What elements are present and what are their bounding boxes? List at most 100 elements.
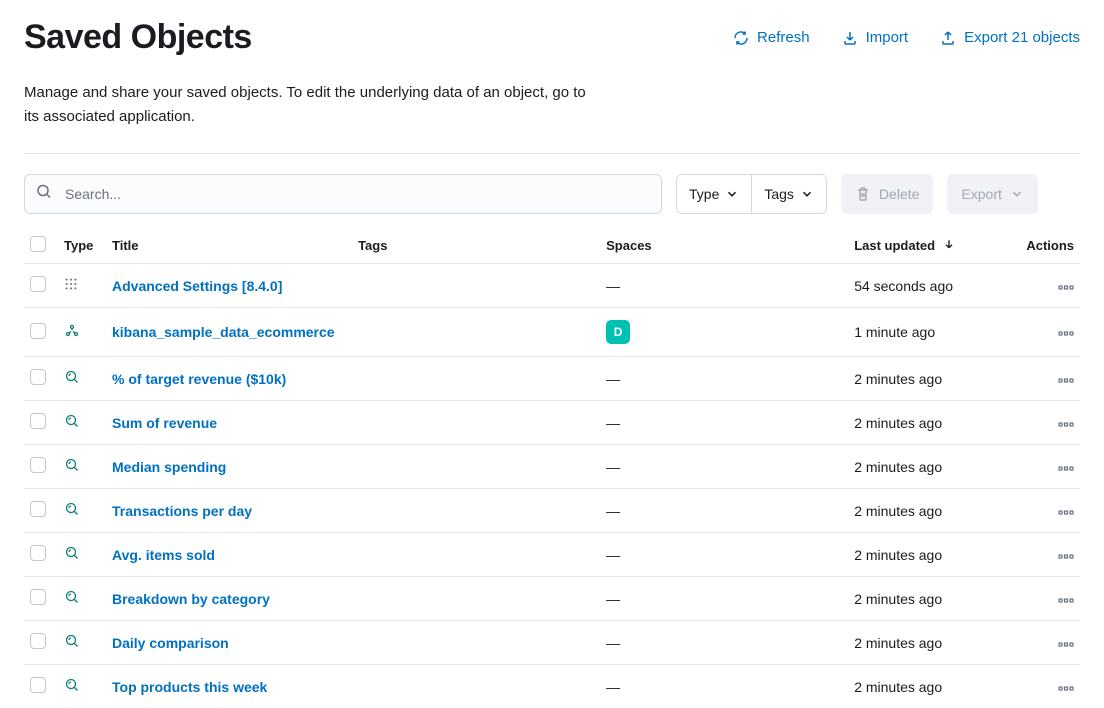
col-actions: Actions: [1020, 228, 1080, 264]
object-title-link[interactable]: Daily comparison: [112, 635, 229, 651]
spaces-empty: —: [606, 547, 620, 563]
refresh-button[interactable]: Refresh: [733, 29, 810, 46]
more-actions-icon[interactable]: [1058, 459, 1074, 475]
spaces-empty: —: [606, 503, 620, 519]
table-row: Top products this week—2 minutes ago: [24, 665, 1080, 708]
trash-icon: [855, 186, 871, 202]
header-actions: Refresh Import Export 21 objects: [733, 29, 1080, 46]
delete-button[interactable]: Delete: [841, 174, 933, 214]
page-description: Manage and share your saved objects. To …: [24, 81, 594, 129]
table-row: Avg. items sold — 2 minutes ago: [24, 533, 1080, 577]
last-updated: 2 minutes ago: [854, 503, 942, 519]
type-filter-button[interactable]: Type: [677, 175, 751, 213]
row-checkbox[interactable]: [30, 413, 46, 429]
col-updated[interactable]: Last updated: [848, 228, 1020, 264]
row-checkbox[interactable]: [30, 633, 46, 649]
object-title-link[interactable]: kibana_sample_data_ecommerce: [112, 324, 335, 340]
object-title-link[interactable]: Transactions per day: [112, 503, 252, 519]
export-label: Export 21 objects: [964, 29, 1080, 46]
table-row: Daily comparison — 2 minutes ago: [24, 621, 1080, 665]
table-row: % of target revenue ($10k) — 2 minutes ago: [24, 357, 1080, 401]
last-updated: 2 minutes ago: [854, 371, 942, 387]
lens-icon: [64, 501, 80, 517]
row-checkbox[interactable]: [30, 589, 46, 605]
last-updated: 2 minutes ago: [854, 459, 942, 475]
table-row: Breakdown by category — 2 minutes ago: [24, 577, 1080, 621]
more-actions-icon[interactable]: [1058, 278, 1074, 294]
row-checkbox[interactable]: [30, 369, 46, 385]
row-checkbox[interactable]: [30, 323, 46, 339]
chevron-down-icon: [800, 187, 814, 201]
select-all-checkbox[interactable]: [30, 236, 46, 252]
more-actions-icon[interactable]: [1058, 371, 1074, 387]
search-input[interactable]: [24, 174, 662, 214]
last-updated: 2 minutes ago: [854, 591, 942, 607]
chevron-down-icon: [725, 187, 739, 201]
import-icon: [842, 30, 858, 46]
col-title[interactable]: Title: [106, 228, 352, 264]
more-actions-icon[interactable]: [1058, 635, 1074, 651]
tags-filter-label: Tags: [764, 186, 794, 202]
last-updated: 2 minutes ago: [854, 547, 942, 563]
col-updated-label: Last updated: [854, 238, 935, 253]
space-badge[interactable]: D: [606, 320, 630, 344]
object-title-link[interactable]: Advanced Settings [8.4.0]: [112, 278, 282, 294]
index-pattern-icon: [64, 323, 80, 339]
lens-icon: [64, 677, 80, 693]
delete-label: Delete: [879, 186, 919, 202]
refresh-icon: [733, 30, 749, 46]
more-actions-icon[interactable]: [1058, 324, 1074, 340]
search-wrapper: [24, 174, 662, 214]
export-action-label: Export: [961, 186, 1001, 202]
col-tags[interactable]: Tags: [352, 228, 600, 264]
tags-filter-button[interactable]: Tags: [751, 175, 826, 213]
table-row: Median spending—2 minutes ago: [24, 445, 1080, 489]
row-checkbox[interactable]: [30, 545, 46, 561]
object-title-link[interactable]: % of target revenue ($10k): [112, 371, 286, 387]
row-checkbox[interactable]: [30, 501, 46, 517]
row-checkbox[interactable]: [30, 457, 46, 473]
object-title-link[interactable]: Sum of revenue: [112, 415, 217, 431]
divider: [24, 153, 1080, 154]
object-title-link[interactable]: Breakdown by category: [112, 591, 270, 607]
page-title: Saved Objects: [24, 18, 252, 57]
export-button[interactable]: Export 21 objects: [940, 29, 1080, 46]
lens-icon: [64, 589, 80, 605]
filter-group: Type Tags: [676, 174, 827, 214]
objects-table: Type Title Tags Spaces Last updated Acti…: [24, 228, 1080, 708]
export-action-button[interactable]: Export: [947, 174, 1037, 214]
refresh-label: Refresh: [757, 29, 810, 46]
spaces-empty: —: [606, 415, 620, 431]
chevron-down-icon: [1010, 187, 1024, 201]
export-icon: [940, 30, 956, 46]
import-button[interactable]: Import: [842, 29, 909, 46]
object-title-link[interactable]: Median spending: [112, 459, 226, 475]
spaces-empty: —: [606, 679, 620, 695]
last-updated: 54 seconds ago: [854, 278, 953, 294]
more-actions-icon[interactable]: [1058, 679, 1074, 695]
more-actions-icon[interactable]: [1058, 547, 1074, 563]
more-actions-icon[interactable]: [1058, 591, 1074, 607]
type-filter-label: Type: [689, 186, 719, 202]
object-title-link[interactable]: Top products this week: [112, 679, 267, 695]
search-icon: [36, 184, 52, 205]
more-actions-icon[interactable]: [1058, 415, 1074, 431]
row-checkbox[interactable]: [30, 276, 46, 292]
lens-icon: [64, 545, 80, 561]
spaces-empty: —: [606, 371, 620, 387]
object-title-link[interactable]: Avg. items sold: [112, 547, 215, 563]
spaces-empty: —: [606, 278, 620, 294]
row-checkbox[interactable]: [30, 677, 46, 693]
last-updated: 2 minutes ago: [854, 635, 942, 651]
more-actions-icon[interactable]: [1058, 503, 1074, 519]
lens-icon: [64, 413, 80, 429]
table-row: kibana_sample_data_ecommerce D 1 minute ag…: [24, 308, 1080, 357]
col-spaces[interactable]: Spaces: [600, 228, 848, 264]
grid-icon: [64, 277, 78, 291]
lens-icon: [64, 457, 80, 473]
last-updated: 1 minute ago: [854, 324, 935, 340]
spaces-empty: —: [606, 635, 620, 651]
spaces-empty: —: [606, 591, 620, 607]
last-updated: 2 minutes ago: [854, 415, 942, 431]
col-type[interactable]: Type: [58, 228, 106, 264]
